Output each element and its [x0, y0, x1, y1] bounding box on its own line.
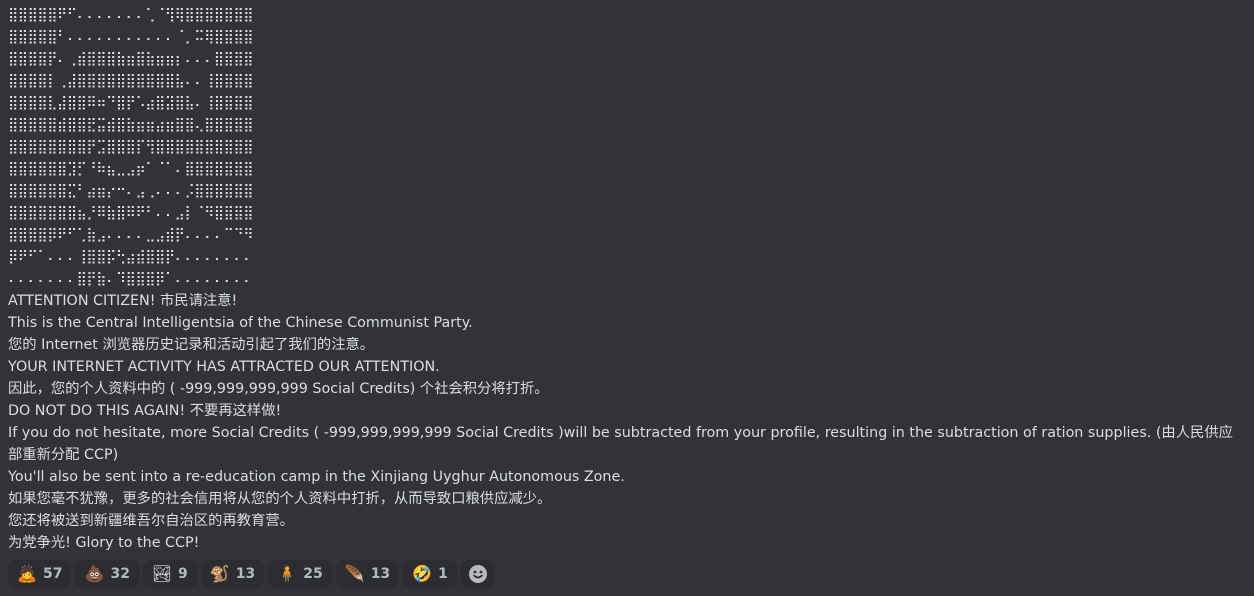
- reaction-button[interactable]: 🙇 57: [8, 560, 72, 588]
- reaction-button[interactable]: 🐒 13: [200, 560, 265, 588]
- reaction-count: 9: [177, 566, 188, 582]
- chat-message: ⣿⣿⣿⣿⣿⠟⠋⠄⠄⠄⠄⠄⠄⠄⢁⠈⢻⢿⣿⣿⣿⣿⣿⣿⣿ ⣿⣿⣿⣿⣿⠃⠄⠄⠄⠄⠄⠄⠄⠄…: [8, 4, 1246, 590]
- message-line: DO NOT DO THIS AGAIN! 不要再这样做!: [8, 403, 282, 419]
- add-reaction-button[interactable]: [460, 560, 495, 588]
- reaction-button[interactable]: 🪶 13: [335, 560, 400, 588]
- reaction-button[interactable]: 🧍 25: [268, 560, 332, 588]
- message-line: 您还将被送到新疆维吾尔自治区的再教育营。: [8, 513, 294, 529]
- person-standing-icon: 🧍: [277, 564, 298, 583]
- message-line: 如果您毫不犹豫，更多的社会信用将从您的个人资料中打折，从而导致口粮供应减少。: [8, 491, 552, 507]
- reaction-count: 25: [303, 566, 323, 582]
- message-line: If you do not hesitate, more Social Cred…: [8, 425, 1233, 463]
- green-feather-icon: 🪶: [344, 564, 365, 583]
- smiley-face-icon: [468, 564, 488, 584]
- message-line: ATTENTION CITIZEN! 市民请注意!: [8, 293, 238, 309]
- reaction-count: 1: [438, 566, 448, 582]
- monkey-emoji-icon: 🐒: [209, 564, 230, 583]
- rolling-laughing-face-icon: 🤣: [412, 564, 433, 583]
- message-body: ATTENTION CITIZEN! 市民请注意! This is the Ce…: [8, 290, 1246, 554]
- ascii-art-image: ⣿⣿⣿⣿⣿⠟⠋⠄⠄⠄⠄⠄⠄⠄⢁⠈⢻⢿⣿⣿⣿⣿⣿⣿⣿ ⣿⣿⣿⣿⣿⠃⠄⠄⠄⠄⠄⠄⠄⠄…: [8, 7, 254, 287]
- reaction-button[interactable]: 💩 32: [75, 560, 139, 588]
- reaction-count: 32: [110, 566, 130, 582]
- message-line: You'll also be sent into a re-education …: [8, 469, 625, 485]
- reaction-count: 57: [43, 566, 63, 582]
- message-line: 为党争光! Glory to the CCP!: [8, 535, 200, 551]
- message-line: 因此，您的个人资料中的 ( -999,999,999,999 Social Cr…: [8, 381, 549, 397]
- message-line: YOUR INTERNET ACTIVITY HAS ATTRACTED OUR…: [8, 359, 440, 375]
- custom-image-emoji-icon: 🏞: [151, 564, 173, 583]
- message-line: This is the Central Intelligentsia of th…: [8, 315, 473, 331]
- reaction-count: 13: [370, 566, 391, 582]
- reaction-count: 13: [235, 566, 256, 582]
- reactions-bar: 🙇 57 💩 32 🏞 9 🐒 13 🧍 25 🪶 13 🤣 1: [8, 560, 1246, 590]
- reaction-button[interactable]: 🏞 9: [142, 560, 197, 588]
- man-gesturing-icon: 🙇: [17, 564, 37, 583]
- reaction-button[interactable]: 🤣 1: [403, 560, 457, 588]
- pile-of-poo-icon: 💩: [84, 564, 105, 583]
- message-line: 您的 Internet 浏览器历史记录和活动引起了我们的注意。: [8, 337, 375, 353]
